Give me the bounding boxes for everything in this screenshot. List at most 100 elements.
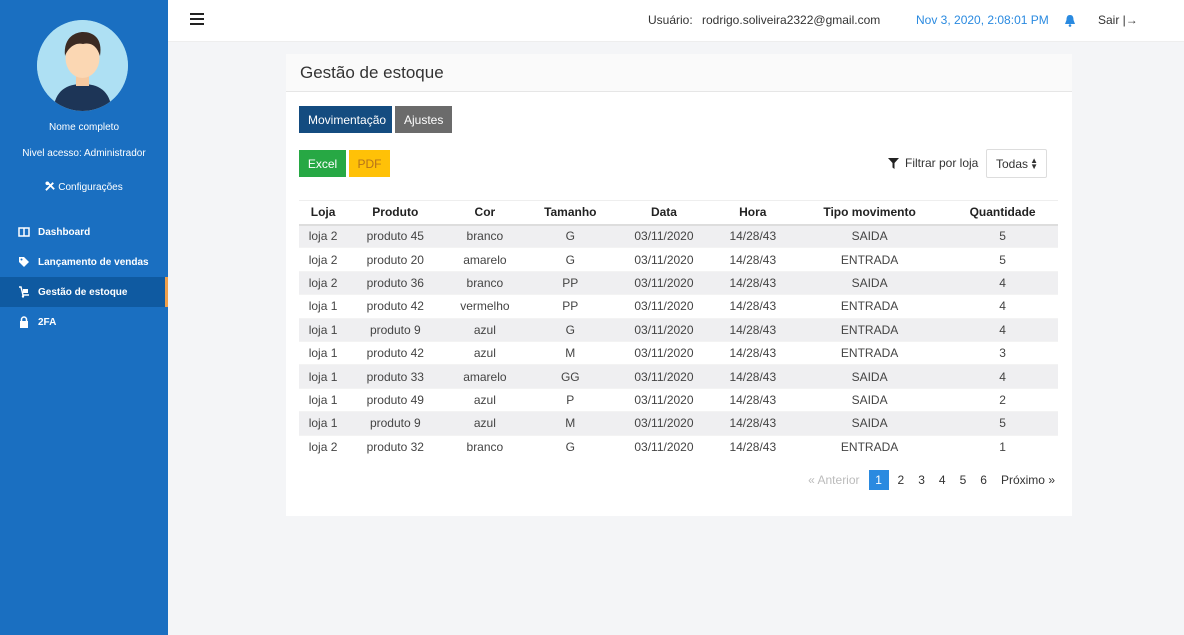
pagination-next[interactable]: Próximo » — [996, 470, 1060, 490]
table-row: loja 2 produto 20 amarelo G 03/11/2020 14/28/… — [299, 247, 1058, 272]
table-cell: 2 — [947, 387, 1058, 412]
table-cell: SAIDA — [792, 270, 948, 295]
sidebar-item-dashboard[interactable]: Dashboard — [0, 217, 168, 247]
page-title: Gestão de estoque — [300, 63, 444, 82]
table-cell: branco — [443, 434, 527, 459]
table-row: loja 1 produto 42 azul M 03/11/2020 14/28/43 E… — [299, 340, 1058, 365]
table-cell: 3 — [947, 340, 1058, 365]
table-cell: 03/11/2020 — [614, 434, 714, 459]
filter-icon — [888, 157, 899, 169]
table-cell: 03/11/2020 — [614, 317, 714, 342]
table-cell: produto 32 — [347, 434, 444, 459]
table-cell: 1 — [947, 434, 1058, 459]
table-cell: 14/28/43 — [713, 294, 792, 319]
table-cell: 14/28/43 — [713, 387, 792, 412]
stock-card: Gestão de estoque Movimentação Ajustes E… — [286, 54, 1072, 516]
tab-ajustes[interactable]: Ajustes — [395, 106, 452, 133]
table-row: loja 1 produto 9 azul G 03/11/2020 14/28/43 EN… — [299, 317, 1058, 342]
table-cell: 14/28/43 — [713, 223, 792, 248]
column-header: Tamanho — [526, 200, 615, 226]
sidebar: Nome completo Nivel acesso: Administrado… — [0, 0, 168, 635]
pagination-page[interactable]: 1 — [868, 470, 889, 490]
table-cell: loja 1 — [299, 294, 348, 319]
table-cell: produto 49 — [347, 387, 444, 412]
table-cell: 14/28/43 — [713, 317, 792, 342]
table-cell: PP — [526, 270, 615, 295]
table-cell: produto 42 — [347, 340, 444, 365]
card-header: Gestão de estoque — [286, 54, 1072, 92]
pagination-page[interactable]: 2 — [893, 470, 910, 490]
table-cell: ENTRADA — [792, 340, 948, 365]
export-excel-button[interactable]: Excel — [299, 150, 346, 177]
table-cell: azul — [443, 340, 527, 365]
store-select-value: Todas — [996, 157, 1029, 171]
table-cell: vermelho — [443, 294, 527, 319]
table-cell: ENTRADA — [792, 317, 948, 342]
store-filter-label: Filtrar por loja — [888, 156, 978, 170]
table-row: loja 1 produto 49 azul P 03/11/2020 14/28/43 S… — [299, 387, 1058, 412]
table-cell: produto 20 — [347, 247, 444, 272]
table-cell: 03/11/2020 — [614, 294, 714, 319]
tag-icon — [19, 257, 29, 267]
column-header: Quantidade — [947, 200, 1058, 226]
table-cell: M — [526, 411, 615, 436]
table-cell: loja 1 — [299, 317, 348, 342]
table-cell: SAIDA — [792, 364, 948, 389]
table-cell: 14/28/43 — [713, 270, 792, 295]
table-cell: branco — [443, 270, 527, 295]
menu-toggle-icon[interactable] — [190, 13, 204, 26]
logout-button[interactable]: Sair |→ — [1098, 13, 1138, 27]
pagination-prev[interactable]: « Anterior — [803, 470, 864, 490]
bell-icon[interactable] — [1064, 14, 1076, 27]
table-cell: loja 2 — [299, 434, 348, 459]
table-row: loja 2 produto 32 branco G 03/11/2020 14/28/4… — [299, 434, 1058, 459]
dashboard-icon — [18, 227, 30, 237]
user-label: Usuário: — [648, 13, 693, 27]
table-row: loja 2 produto 36 branco PP 03/11/2020 14/28/… — [299, 270, 1058, 295]
store-select[interactable]: Todas ▲ ▼ — [986, 149, 1047, 178]
table-cell: G — [526, 434, 615, 459]
settings-label: Configurações — [58, 182, 123, 193]
table-row: loja 1 produto 42 vermelho PP 03/11/2020 14/2… — [299, 294, 1058, 319]
avatar — [37, 20, 128, 111]
table-cell: P — [526, 387, 615, 412]
top-bar: Usuário: rodrigo.soliveira2322@gmail.com… — [168, 0, 1184, 42]
table-cell: 14/28/43 — [713, 434, 792, 459]
export-pdf-button[interactable]: PDF — [349, 150, 390, 177]
table-row: loja 2 produto 45 branco G 03/11/2020 14/28/4… — [299, 223, 1058, 248]
table-body: loja 2 produto 45 branco G 03/11/2020 14/28/4… — [299, 223, 1058, 459]
filter-label: Filtrar por loja — [905, 156, 979, 170]
column-header: Tipo movimento — [792, 200, 948, 226]
table-cell: 4 — [947, 294, 1058, 319]
table-cell: 03/11/2020 — [614, 247, 714, 272]
table-cell: produto 9 — [347, 317, 444, 342]
pagination-page[interactable]: 4 — [934, 470, 951, 490]
table-cell: 4 — [947, 317, 1058, 342]
table-cell: G — [526, 247, 615, 272]
tab-movimentacao[interactable]: Movimentação — [299, 106, 392, 133]
table-cell: 5 — [947, 247, 1058, 272]
lock-icon — [20, 316, 28, 328]
table-cell: produto 45 — [347, 223, 444, 248]
sidebar-item-sales[interactable]: Lançamento de vendas — [0, 247, 168, 277]
table-cell: GG — [526, 364, 615, 389]
pagination-page[interactable]: 3 — [913, 470, 930, 490]
sidebar-item-label: 2FA — [38, 316, 57, 328]
user-name: Nome completo — [48, 122, 120, 133]
pagination-page[interactable]: 6 — [975, 470, 992, 490]
table-cell: 4 — [947, 364, 1058, 389]
table-cell: 5 — [947, 223, 1058, 248]
settings-link[interactable]: Configurações — [0, 181, 168, 193]
pagination-page[interactable]: 5 — [955, 470, 972, 490]
column-header: Loja — [299, 200, 348, 226]
sidebar-item-2fa[interactable]: 2FA — [0, 307, 168, 337]
select-arrows-icon: ▲ ▼ — [1030, 156, 1038, 171]
dolly-icon — [19, 286, 29, 298]
table-cell: 03/11/2020 — [614, 387, 714, 412]
table-cell: 14/28/43 — [713, 340, 792, 365]
sidebar-item-stock[interactable]: Gestão de estoque — [0, 277, 168, 307]
table-cell: loja 2 — [299, 247, 348, 272]
table-cell: amarelo — [443, 364, 527, 389]
column-header: Cor — [443, 200, 527, 226]
table-cell: SAIDA — [792, 223, 948, 248]
